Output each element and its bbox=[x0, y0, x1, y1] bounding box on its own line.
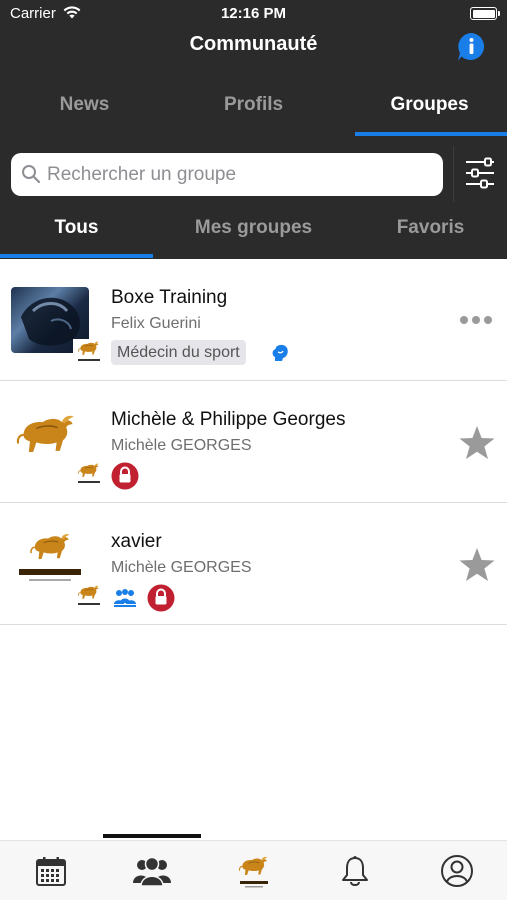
bottom-tab-indicator bbox=[103, 834, 201, 838]
themis-wordmark bbox=[19, 569, 81, 581]
list-item[interactable]: Boxe Training Felix Guerini Médecin du s… bbox=[0, 259, 507, 381]
group-owner: Michèle GEORGES bbox=[111, 559, 252, 576]
calendar-icon bbox=[35, 857, 66, 886]
themis-logo-icon bbox=[238, 856, 268, 888]
status-bar: Carrier 12:16 PM bbox=[0, 0, 507, 30]
lock-icon bbox=[111, 462, 139, 490]
tab-calendar[interactable] bbox=[0, 851, 101, 891]
info-icon bbox=[458, 33, 485, 61]
group-avatar bbox=[11, 409, 105, 487]
search-input[interactable]: Rechercher un groupe bbox=[11, 153, 443, 196]
more-button[interactable] bbox=[459, 313, 493, 331]
status-time: 12:16 PM bbox=[220, 5, 287, 22]
tab-home[interactable] bbox=[203, 851, 304, 891]
battery-icon bbox=[470, 7, 500, 20]
tab-tous[interactable]: Tous bbox=[0, 217, 161, 239]
info-button[interactable] bbox=[455, 31, 487, 63]
filter-button[interactable] bbox=[453, 146, 507, 202]
group-owner: Felix Guerini bbox=[111, 315, 201, 332]
bottom-tab-bar bbox=[0, 840, 507, 900]
tab-mes-groupes[interactable]: Mes groupes bbox=[169, 217, 338, 239]
sub-tabs: Tous Mes groupes Favoris bbox=[0, 205, 507, 259]
tab-profils[interactable]: Profils bbox=[169, 94, 338, 116]
group-avatar bbox=[11, 531, 105, 609]
community-icon bbox=[132, 856, 171, 887]
group-owner: Michèle GEORGES bbox=[111, 437, 252, 454]
top-tab-indicator bbox=[355, 132, 507, 136]
boxing-glove-icon bbox=[272, 344, 288, 361]
star-icon bbox=[459, 548, 495, 581]
themis-logo-small bbox=[73, 461, 105, 487]
group-icon bbox=[114, 589, 136, 607]
group-list: Boxe Training Felix Guerini Médecin du s… bbox=[0, 259, 507, 625]
top-tabs: News Profils Groupes bbox=[0, 84, 507, 138]
sliders-icon bbox=[466, 157, 494, 189]
tab-news[interactable]: News bbox=[0, 94, 169, 116]
sub-tab-indicator bbox=[0, 254, 153, 258]
bell-icon bbox=[341, 856, 368, 886]
page-title: Communauté bbox=[189, 33, 318, 55]
header: Carrier 12:16 PM Communauté News Profils… bbox=[0, 0, 507, 259]
list-item[interactable]: Michèle & Philippe Georges Michèle GEORG… bbox=[0, 381, 507, 503]
lock-icon bbox=[147, 584, 175, 612]
favorite-button[interactable] bbox=[458, 425, 496, 466]
list-item[interactable]: xavier Michèle GEORGES bbox=[0, 503, 507, 625]
search-icon bbox=[22, 165, 41, 184]
search-placeholder: Rechercher un groupe bbox=[47, 164, 237, 185]
tab-community[interactable] bbox=[101, 851, 202, 891]
group-title: xavier bbox=[111, 531, 162, 552]
group-title: Michèle & Philippe Georges bbox=[111, 409, 346, 430]
tab-groupes[interactable]: Groupes bbox=[345, 94, 507, 116]
tab-favoris[interactable]: Favoris bbox=[346, 217, 507, 239]
profile-icon bbox=[440, 855, 473, 887]
themis-logo-small bbox=[73, 583, 105, 609]
themis-logo-small bbox=[73, 339, 105, 365]
group-avatar bbox=[11, 287, 105, 365]
star-icon bbox=[459, 426, 495, 459]
favorite-button[interactable] bbox=[458, 547, 496, 588]
tab-profile[interactable] bbox=[406, 851, 507, 891]
tab-notifications[interactable] bbox=[304, 851, 405, 891]
group-tag: Médecin du sport bbox=[111, 340, 246, 365]
group-title: Boxe Training bbox=[111, 287, 228, 308]
more-icon bbox=[460, 316, 492, 324]
